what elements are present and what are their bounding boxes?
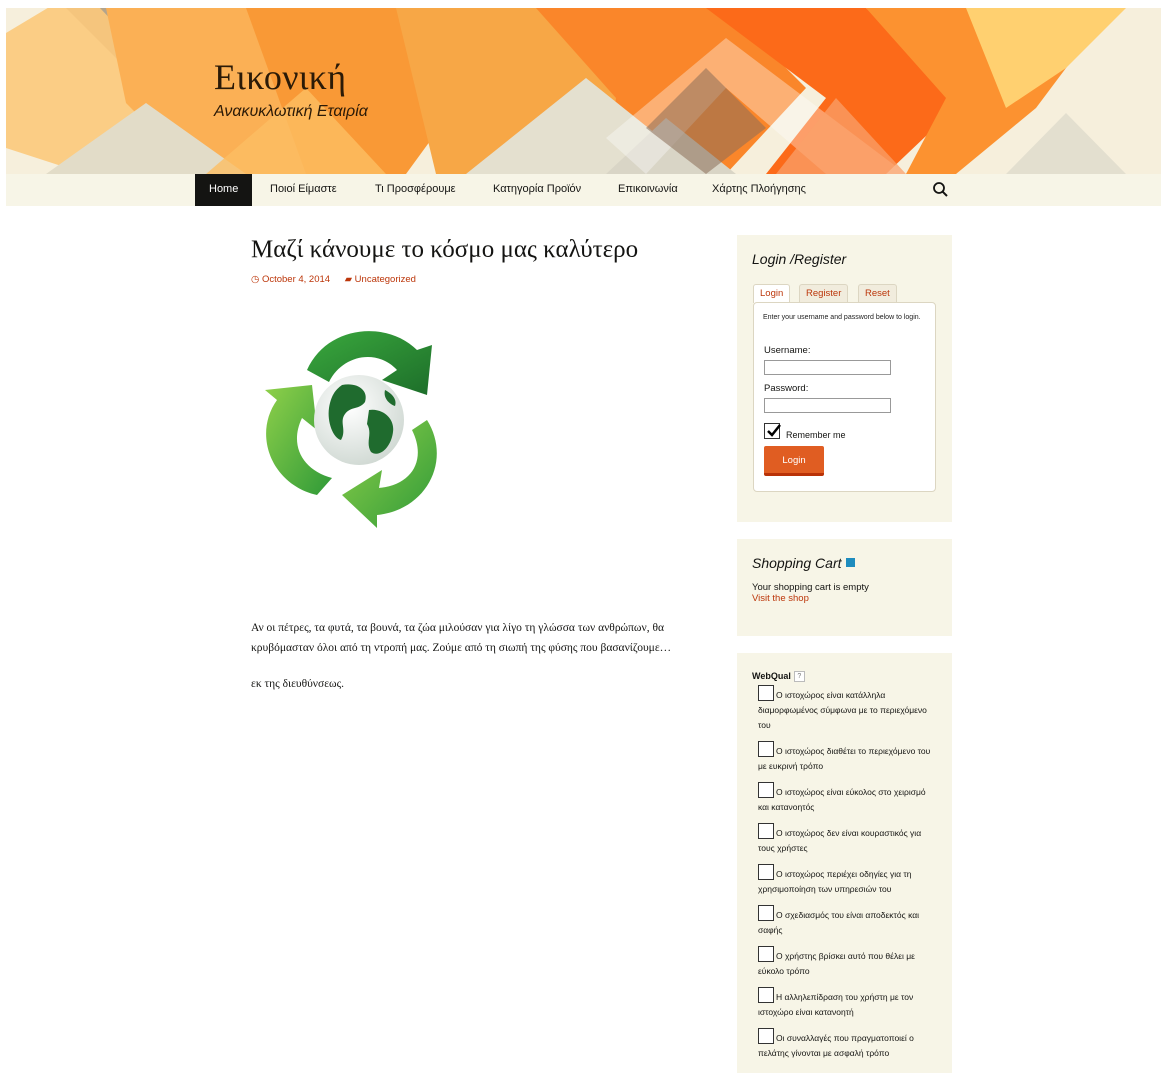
login-button[interactable]: Login — [764, 446, 824, 476]
tab-register[interactable]: Register — [799, 284, 849, 302]
tab-reset[interactable]: Reset — [858, 284, 897, 302]
login-register-widget: Login /Register Login Register Reset Ent… — [737, 235, 952, 522]
post-title[interactable]: Μαζί κάνουμε το κόσμο μας καλύτερο — [251, 236, 638, 264]
tab-login[interactable]: Login — [753, 284, 791, 303]
webqual-checkbox[interactable] — [758, 741, 774, 757]
post-paragraph: Αν οι πέτρες, τα φυτά, τα βουνά, τα ζώα … — [251, 622, 672, 654]
webqual-checkbox[interactable] — [758, 782, 774, 798]
webqual-item: Ο σχεδιασμός του είναι αποδεκτός και σαφ… — [758, 905, 936, 938]
nav-item-contact[interactable]: Επικοινωνία — [604, 174, 692, 206]
site-title[interactable]: Εικονική — [214, 56, 346, 98]
username-label: Username: — [764, 345, 811, 356]
checkmark-icon — [767, 424, 781, 437]
header-background — [6, 8, 1161, 174]
post-paragraph: εκ της διευθύνσεως. — [251, 678, 345, 690]
webqual-checkbox[interactable] — [758, 946, 774, 962]
post-content: Αν οι πέτρες, τα φυτά, τα βουνά, τα ζώα … — [251, 618, 683, 710]
nav-item-home[interactable]: Home — [195, 174, 253, 206]
webqual-widget: WebQual? Ο ιστοχώρος είναι κατάλληλα δια… — [737, 653, 952, 1073]
post-date[interactable]: ◷ October 4, 2014 — [251, 274, 330, 285]
webqual-item: Ο ιστοχώρος δεν είναι κουραστικός για το… — [758, 823, 936, 856]
widget-title: Login /Register — [752, 251, 847, 267]
visit-shop-link[interactable]: Visit the shop — [752, 593, 809, 604]
remember-me-label: Remember me — [786, 430, 846, 440]
webqual-checkbox[interactable] — [758, 905, 774, 921]
post-category[interactable]: ▰ Uncategorized — [345, 274, 416, 285]
site-header: Εικονική Ανακυκλωτική Εταιρία — [6, 8, 1161, 174]
webqual-item: Η αλληλεπίδραση του χρήστη με τον ιστοχώ… — [758, 987, 936, 1020]
username-input[interactable] — [764, 360, 891, 375]
clock-icon: ◷ — [251, 274, 262, 285]
webqual-item: Ο ιστοχώρος διαθέτει το περιεχόμενο του … — [758, 741, 936, 774]
help-icon[interactable]: ? — [793, 671, 805, 682]
webqual-checkbox[interactable] — [758, 864, 774, 880]
site-description: Ανακυκλωτική Εταιρία — [214, 103, 368, 120]
post-meta: ◷ October 4, 2014 ▰ Uncategorized — [251, 274, 428, 285]
nav-item-services[interactable]: Τι Προσφέρουμε — [361, 174, 470, 206]
webqual-item: Ο ιστοχώρος περιέχει οδηγίες για τη χρησ… — [758, 864, 936, 897]
nav-item-about[interactable]: Ποιοί Είμαστε — [256, 174, 351, 206]
main-navigation: Home Ποιοί Είμαστε Τι Προσφέρουμε Κατηγο… — [6, 174, 1161, 206]
login-instructions: Enter your username and password below t… — [763, 314, 921, 321]
password-input[interactable] — [764, 398, 891, 413]
cart-empty-text: Your shopping cart is empty — [752, 582, 869, 593]
nav-item-products[interactable]: Κατηγορία Προϊόν — [479, 174, 595, 206]
webqual-item: Ο χρήστης βρίσκει αυτό που θέλει με εύκο… — [758, 946, 936, 979]
webqual-item: Ο ιστοχώρος είναι εύκολος στο χειρισμό κ… — [758, 782, 936, 815]
shopping-cart-widget: Shopping Cart Your shopping cart is empt… — [737, 539, 952, 636]
webqual-title: WebQual? — [752, 671, 805, 682]
webqual-checkbox[interactable] — [758, 823, 774, 839]
cart-toggle-icon[interactable] — [845, 558, 855, 567]
remember-me-checkbox[interactable] — [764, 423, 781, 439]
webqual-checkbox[interactable] — [758, 1028, 774, 1044]
widget-title: Shopping Cart — [752, 555, 855, 571]
webqual-item: Οι συναλλαγές που πραγματοποιεί ο πελάτη… — [758, 1028, 936, 1061]
search-icon[interactable] — [931, 180, 951, 200]
nav-item-sitemap[interactable]: Χάρτης Πλοήγησης — [698, 174, 820, 206]
webqual-checkbox[interactable] — [758, 987, 774, 1003]
recycle-globe-image — [247, 310, 469, 532]
folder-icon: ▰ — [344, 274, 355, 285]
webqual-checkbox[interactable] — [758, 685, 774, 701]
password-label: Password: — [764, 383, 809, 394]
login-form: Enter your username and password below t… — [753, 302, 936, 492]
webqual-item: Ο ιστοχώρος είναι κατάλληλα διαμορφωμένο… — [758, 685, 936, 733]
